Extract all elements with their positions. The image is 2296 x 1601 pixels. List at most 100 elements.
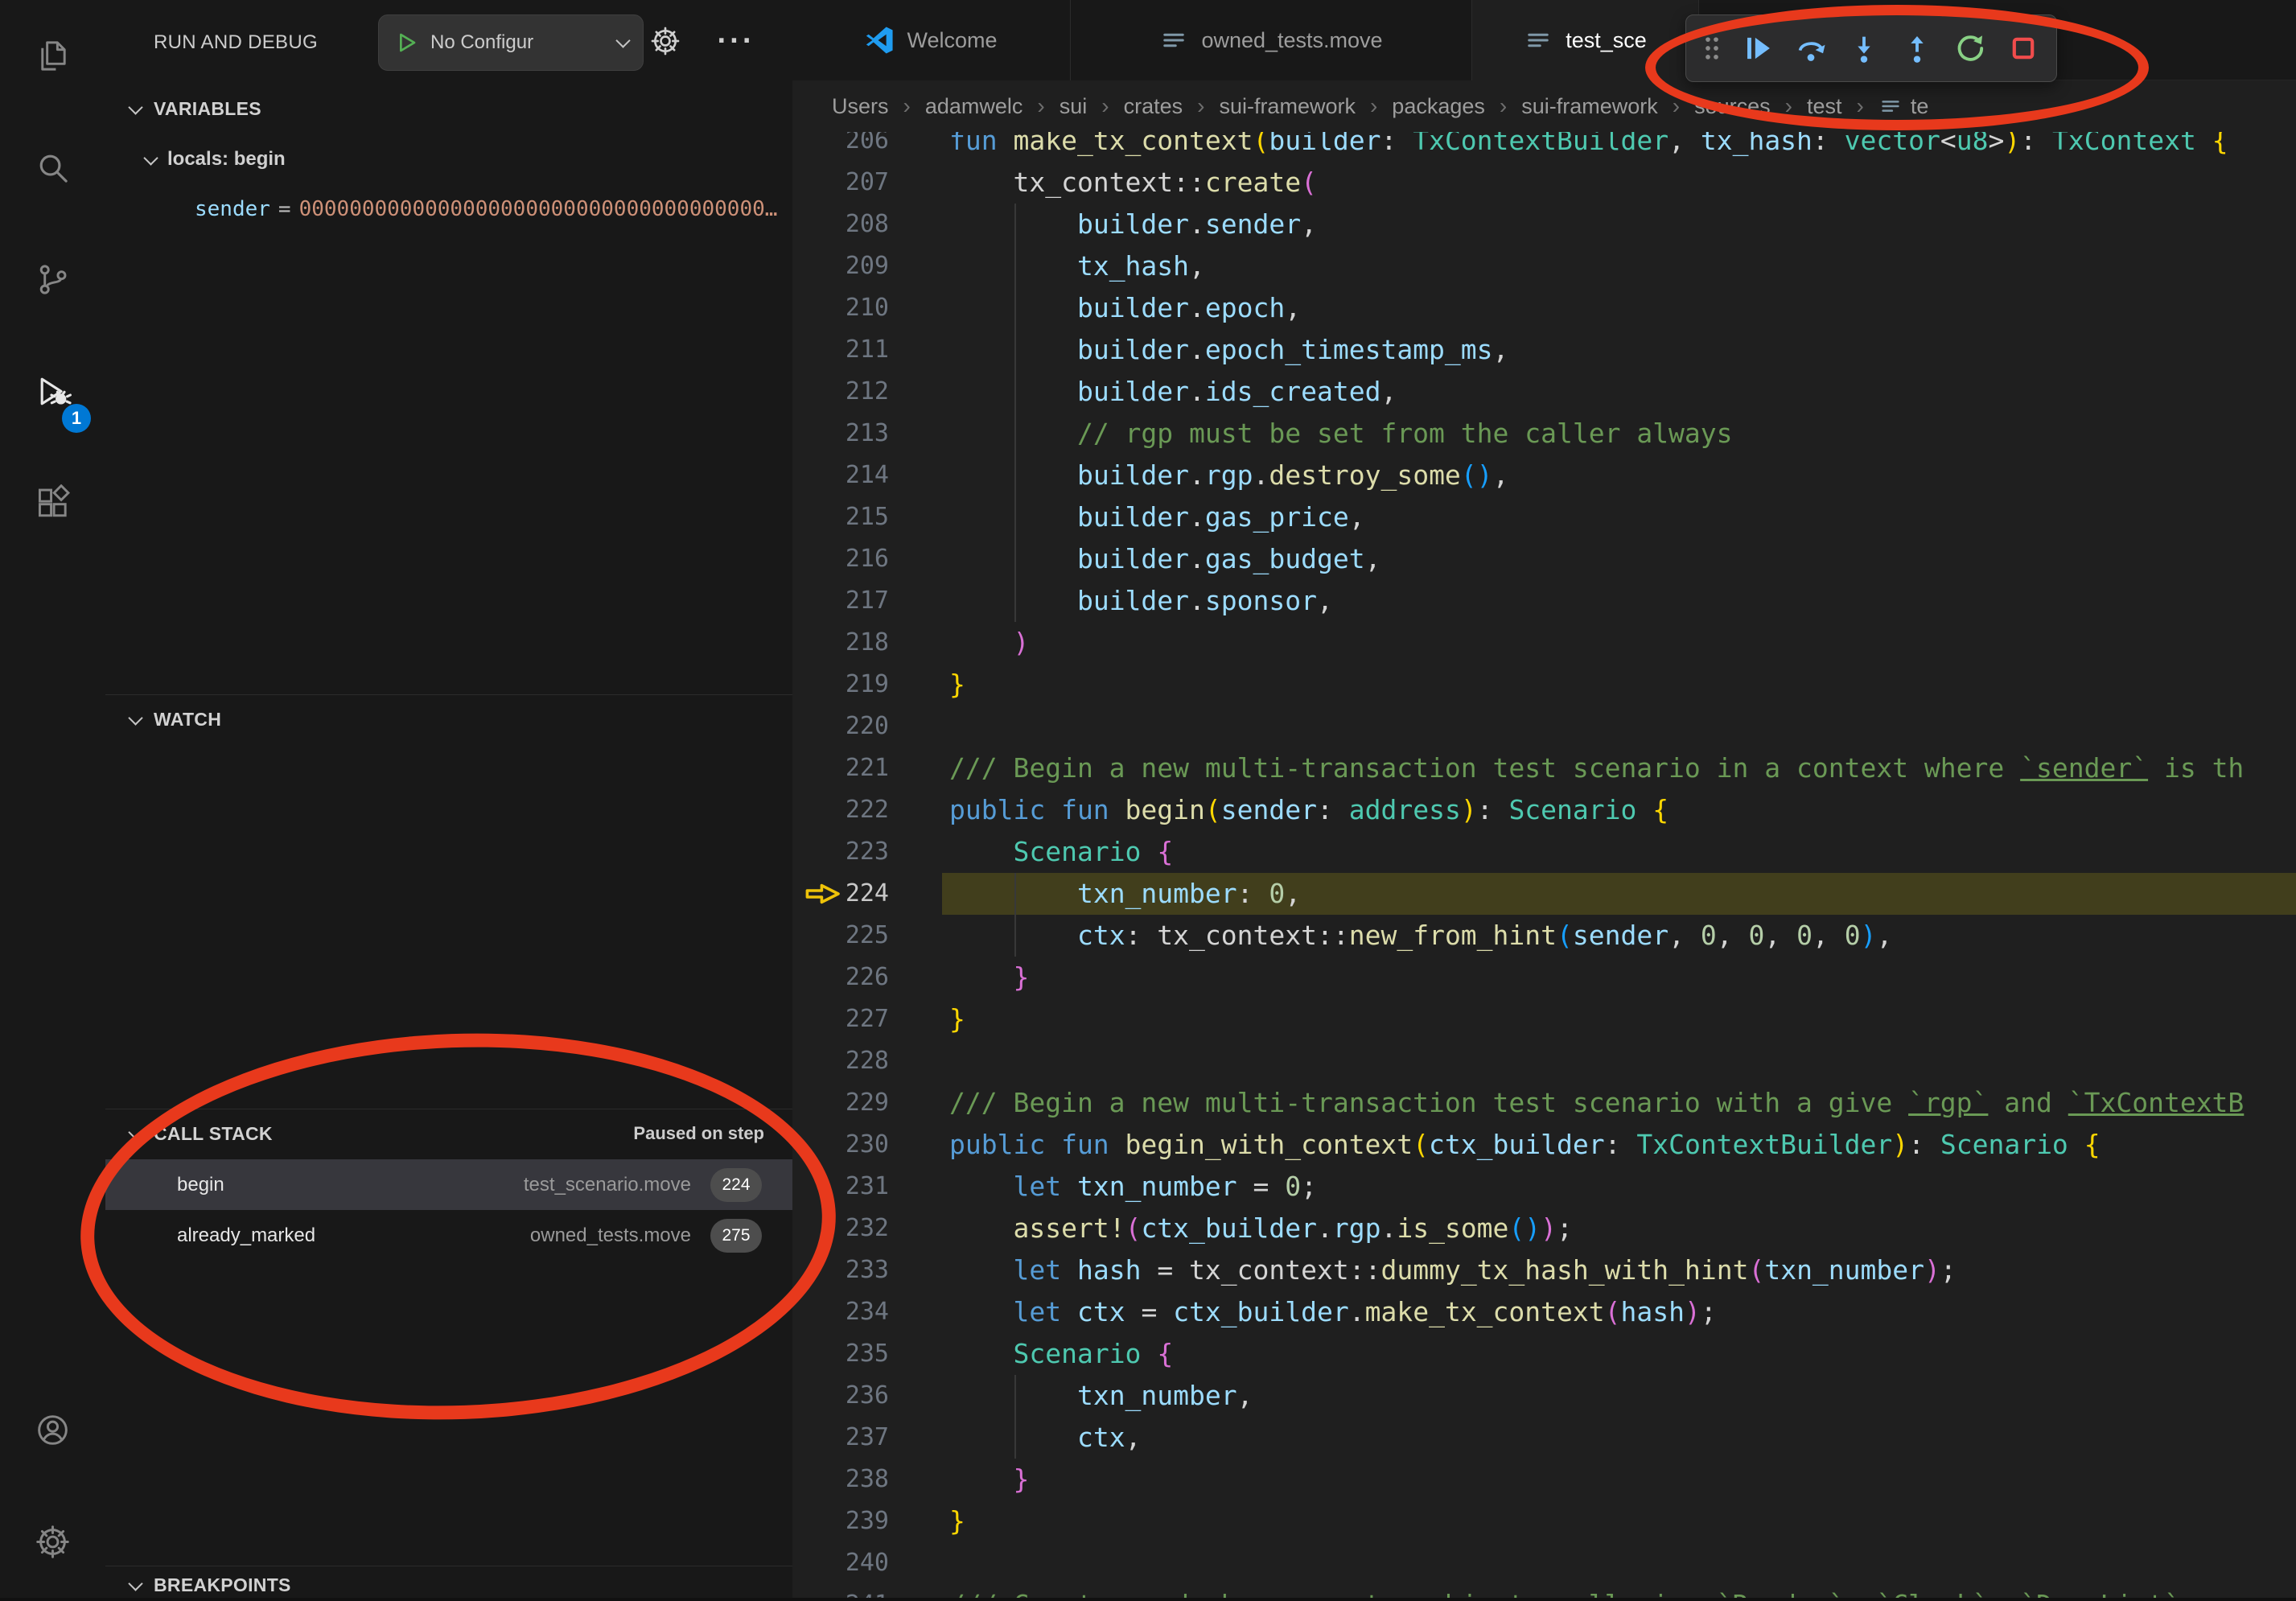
line-number[interactable]: 220 [792,706,889,747]
tab-owned-tests-move[interactable]: owned_tests.move [1071,0,1472,80]
line-number[interactable]: 207 [792,162,889,204]
code-line-221[interactable]: 221/// Begin a new multi-transaction tes… [792,747,2296,789]
line-number[interactable]: 218 [792,622,889,664]
code-line-230[interactable]: 230public fun begin_with_context(ctx_bui… [792,1124,2296,1166]
line-number[interactable]: 217 [792,580,889,622]
activity-item-search[interactable] [0,112,105,224]
code-line-237[interactable]: 237 ctx, [792,1417,2296,1459]
breadcrumb-item[interactable]: sui [1060,94,1088,119]
code-line-210[interactable]: 210 builder.epoch, [792,287,2296,329]
code-line-220[interactable]: 220 [792,706,2296,747]
line-number[interactable]: 228 [792,1040,889,1082]
debug-settings-gear-icon[interactable] [636,12,694,70]
section-header-variables[interactable]: VARIABLES [105,93,792,125]
section-header-call-stack[interactable]: CALL STACK Paused on step [105,1117,792,1150]
breadcrumb-item[interactable]: crates [1124,94,1183,119]
breadcrumb-item[interactable]: sui-framework [1219,94,1356,119]
code-line-228[interactable]: 228 [792,1040,2296,1082]
line-number[interactable]: 209 [792,245,889,287]
line-number[interactable]: 215 [792,496,889,538]
code-line-229[interactable]: 229/// Begin a new multi-transaction tes… [792,1082,2296,1124]
code-line-211[interactable]: 211 builder.epoch_timestamp_ms, [792,329,2296,371]
code-line-233[interactable]: 233 let hash = tx_context::dummy_tx_hash… [792,1249,2296,1291]
code-line-238[interactable]: 238 } [792,1459,2296,1500]
line-number[interactable]: 227 [792,998,889,1040]
section-header-watch[interactable]: WATCH [105,703,792,735]
breadcrumb-item[interactable]: adamwelc [925,94,1023,119]
line-number[interactable]: 237 [792,1417,889,1459]
callstack-frame-begin[interactable]: begintest_scenario.move224 [105,1159,792,1210]
code-line-241[interactable]: 241/// Creates and shares system objects… [792,1584,2296,1598]
breadcrumb-item[interactable]: sources [1694,94,1771,119]
line-number[interactable]: 238 [792,1459,889,1500]
code-line-222[interactable]: 222public fun begin(sender: address): Sc… [792,789,2296,831]
line-number[interactable]: 214 [792,455,889,496]
line-number[interactable]: 233 [792,1249,889,1291]
code-line-240[interactable]: 240 [792,1542,2296,1584]
callstack-frame-already_marked[interactable]: already_markedowned_tests.move275 [105,1210,792,1261]
line-number[interactable]: 208 [792,204,889,245]
code-line-217[interactable]: 217 builder.sponsor, [792,580,2296,622]
step-over-button[interactable] [1788,22,1834,75]
line-number[interactable]: 212 [792,371,889,413]
breadcrumb-item[interactable]: test [1807,94,1842,119]
line-number[interactable]: 226 [792,957,889,998]
line-number[interactable]: 224 [792,873,889,915]
line-number[interactable]: 231 [792,1166,889,1208]
code-line-214[interactable]: 214 builder.rgp.destroy_some(), [792,455,2296,496]
line-number[interactable]: 234 [792,1291,889,1333]
activity-item-run-and-debug[interactable]: 1 [0,335,105,447]
line-number[interactable]: 213 [792,413,889,455]
tab-welcome[interactable]: Welcome [792,0,1071,80]
debug-config-dropdown[interactable]: No Configur [378,14,644,71]
line-number[interactable]: 232 [792,1208,889,1249]
code-line-216[interactable]: 216 builder.gas_budget, [792,538,2296,580]
toolbar-gripper-icon[interactable] [1696,22,1728,75]
activity-item-explorer[interactable] [0,0,105,112]
breadcrumb-item[interactable]: sui-framework [1521,94,1658,119]
line-number[interactable]: 240 [792,1542,889,1584]
code-line-225[interactable]: 225 ctx: tx_context::new_from_hint(sende… [792,915,2296,957]
code-line-213[interactable]: 213 // rgp must be set from the caller a… [792,413,2296,455]
more-actions-icon[interactable]: ··· [707,12,765,81]
code-line-227[interactable]: 227} [792,998,2296,1040]
line-number[interactable]: 230 [792,1124,889,1166]
step-into-button[interactable] [1841,22,1887,75]
line-number[interactable]: 223 [792,831,889,873]
section-header-breakpoints[interactable]: BREAKPOINTS [105,1569,792,1601]
tab-test-sce[interactable]: test_sce [1472,0,1699,80]
code-line-209[interactable]: 209 tx_hash, [792,245,2296,287]
code-line-232[interactable]: 232 assert!(ctx_builder.rgp.is_some()); [792,1208,2296,1249]
code-line-235[interactable]: 235 Scenario { [792,1333,2296,1375]
continue-button[interactable] [1734,22,1781,75]
line-number[interactable]: 239 [792,1500,889,1542]
code-line-207[interactable]: 207 tx_context::create( [792,162,2296,204]
stop-button[interactable] [2000,22,2047,75]
line-number[interactable]: 241 [792,1584,889,1598]
step-out-button[interactable] [1894,22,1940,75]
line-number[interactable]: 235 [792,1333,889,1375]
code-line-208[interactable]: 208 builder.sender, [792,204,2296,245]
code-line-218[interactable]: 218 ) [792,622,2296,664]
line-number[interactable]: 210 [792,287,889,329]
variable-row-sender[interactable]: sender = 0000000000000000000000000000000… [195,193,784,225]
line-number[interactable]: 236 [792,1375,889,1417]
code-line-215[interactable]: 215 builder.gas_price, [792,496,2296,538]
code-line-223[interactable]: 223 Scenario { [792,831,2296,873]
line-number[interactable]: 229 [792,1082,889,1124]
code-line-219[interactable]: 219} [792,664,2296,706]
activity-item-settings[interactable] [0,1486,105,1598]
line-number[interactable]: 221 [792,747,889,789]
code-line-224[interactable]: 224 txn_number: 0, [792,873,2296,915]
code-line-236[interactable]: 236 txn_number, [792,1375,2296,1417]
code-line-234[interactable]: 234 let ctx = ctx_builder.make_tx_contex… [792,1291,2296,1333]
code-line-231[interactable]: 231 let txn_number = 0; [792,1166,2296,1208]
line-number[interactable]: 216 [792,538,889,580]
activity-item-account[interactable] [0,1374,105,1486]
variables-scope-row[interactable]: locals: begin [105,143,792,175]
activity-item-extensions[interactable] [0,447,105,559]
breadcrumb-item[interactable]: packages [1392,94,1485,119]
line-number[interactable]: 219 [792,664,889,706]
line-number[interactable]: 211 [792,329,889,371]
code-line-226[interactable]: 226 } [792,957,2296,998]
